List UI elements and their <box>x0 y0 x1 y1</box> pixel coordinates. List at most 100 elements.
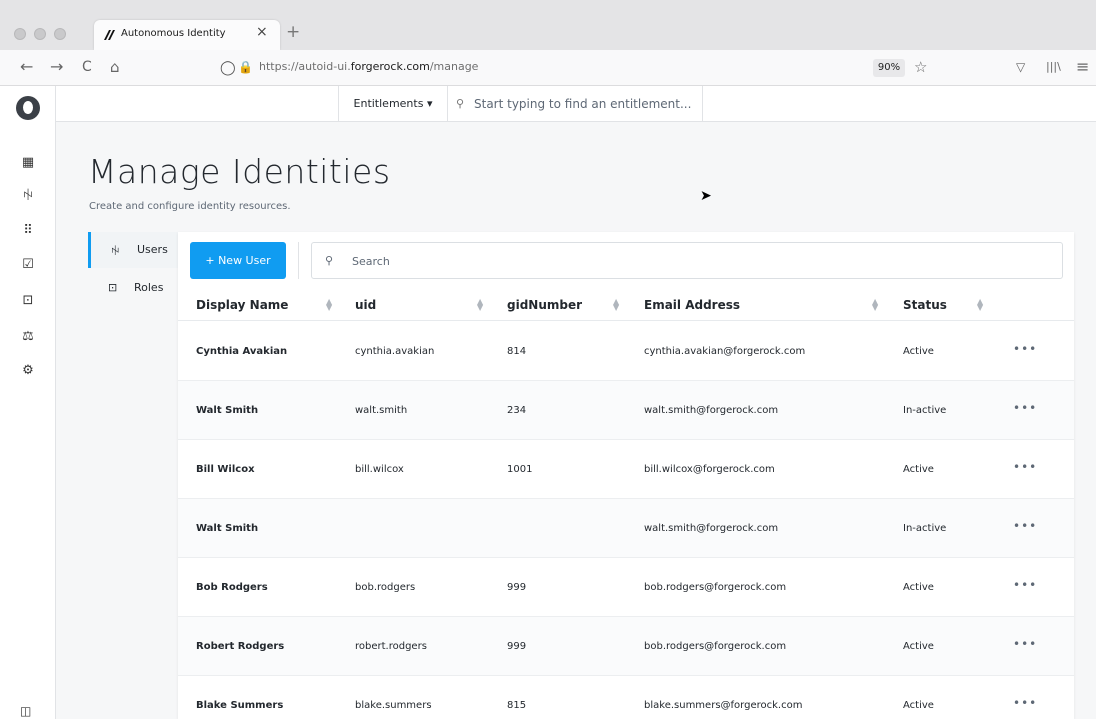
column-header-status[interactable]: Status <box>903 298 947 312</box>
back-icon[interactable]: ← <box>20 58 33 76</box>
sidenav-item-users[interactable]: ꑭ Users <box>88 232 178 268</box>
cell-uid: blake.summers <box>355 700 432 711</box>
cell-gid: 999 <box>507 641 527 652</box>
page-title: Manage Identities <box>88 152 391 191</box>
cell-gid: 814 <box>507 346 527 357</box>
approvals-icon[interactable]: ☑ <box>18 256 38 274</box>
user-search-box[interactable]: ⚲ <box>311 242 1063 279</box>
cell-gid: 1001 <box>507 464 533 475</box>
pocket-icon[interactable]: ▽ <box>1016 58 1025 76</box>
new-tab-button[interactable]: + <box>286 22 300 42</box>
browser-titlebar: Autonomous Identity × + <box>0 0 1096 50</box>
home-icon[interactable]: ⌂ <box>110 58 120 76</box>
column-header-display-name[interactable]: Display Name <box>196 298 288 312</box>
row-actions-icon[interactable]: ••• <box>1013 637 1037 651</box>
address-bar[interactable]: https://autoid-ui.forgerock.com/manage <box>259 60 478 73</box>
column-header-email[interactable]: Email Address <box>644 298 740 312</box>
sidenav-item-roles[interactable]: ⊡ Roles <box>88 270 178 306</box>
table-row[interactable]: Walt Smith walt.smith@forgerock.com In-a… <box>178 499 1074 558</box>
close-tab-icon[interactable]: × <box>256 24 268 40</box>
cell-status: Active <box>903 464 934 475</box>
sidenav-item-label: Users <box>137 243 168 256</box>
table-row[interactable]: Blake Summers blake.summers 815 blake.su… <box>178 676 1074 719</box>
row-actions-icon[interactable]: ••• <box>1013 401 1037 415</box>
table-row[interactable]: Robert Rodgers robert.rodgers 999 bob.ro… <box>178 617 1074 676</box>
sort-icon[interactable]: ▲ ▼ <box>872 298 878 312</box>
row-actions-icon[interactable]: ••• <box>1013 519 1037 533</box>
users-card: + New User ⚲ Display Name ▲▼ uid ▲▼ gidN… <box>178 232 1074 719</box>
page-subtitle: Create and configure identity resources. <box>89 201 291 212</box>
cell-status: Active <box>903 700 934 711</box>
row-actions-icon[interactable]: ••• <box>1013 342 1037 356</box>
cell-status: In-active <box>903 523 947 534</box>
browser-tab[interactable]: Autonomous Identity × <box>94 20 280 50</box>
mouse-cursor-icon: ➤ <box>700 188 712 204</box>
cell-email: walt.smith@forgerock.com <box>644 405 779 416</box>
app-topbar: Entitlements ▾ ⚲ <box>56 86 1096 122</box>
browser-navbar: ← → C ⌂ ◯ 🔒 https://autoid-ui.forgerock.… <box>0 50 1096 86</box>
cell-uid: bob.rodgers <box>355 582 416 593</box>
lock-icon[interactable]: 🔒 <box>238 60 253 74</box>
table-header: Display Name ▲ ▼ uid ▲ ▼ gidNumber ▲ ▼ Emai… <box>178 290 1074 321</box>
reload-icon[interactable]: C <box>82 58 92 76</box>
cell-email: cynthia.avakian@forgerock.com <box>644 346 806 357</box>
dashboard-icon[interactable]: ▦ <box>18 154 38 172</box>
table-row[interactable]: Cynthia Avakian cynthia.avakian 814 cynt… <box>178 322 1074 381</box>
close-window-button[interactable] <box>14 28 26 40</box>
bookmark-star-icon[interactable]: ☆ <box>914 58 927 76</box>
minimize-window-button[interactable] <box>34 28 46 40</box>
new-user-button[interactable]: + New User <box>190 242 286 279</box>
entitlement-search-input[interactable] <box>474 94 702 114</box>
sort-icon[interactable]: ▲ ▼ <box>326 298 332 312</box>
cell-status: Active <box>903 582 934 593</box>
toggle-sidebar-icon[interactable]: ◫ <box>20 704 31 718</box>
cell-gid: 815 <box>507 700 527 711</box>
row-actions-icon[interactable]: ••• <box>1013 460 1037 474</box>
sort-icon[interactable]: ▲ ▼ <box>977 298 983 312</box>
cell-status: Active <box>903 641 934 652</box>
entitlements-dropdown[interactable]: Entitlements ▾ <box>338 86 448 122</box>
app-logo-icon[interactable] <box>16 96 40 120</box>
cell-gid: 234 <box>507 405 527 416</box>
table-row[interactable]: Bob Rodgers bob.rodgers 999 bob.rodgers@… <box>178 558 1074 617</box>
cell-display-name: Walt Smith <box>196 405 259 416</box>
identity-sidenav: ꑭ Users ⊡ Roles <box>88 232 178 719</box>
menu-icon[interactable]: ≡ <box>1076 58 1089 76</box>
zoom-window-button[interactable] <box>54 28 66 40</box>
app-left-rail: ▦ ꑭ ⠿ ☑ ⊡ ⚖ ⚙ <box>0 86 56 719</box>
forward-icon[interactable]: → <box>50 58 63 76</box>
cell-email: bill.wilcox@forgerock.com <box>644 464 775 475</box>
library-icon[interactable]: |||\ <box>1046 58 1061 76</box>
table-row[interactable]: Bill Wilcox bill.wilcox 1001 bill.wilcox… <box>178 440 1074 499</box>
zoom-level-badge[interactable]: 90% <box>873 59 905 77</box>
row-actions-icon[interactable]: ••• <box>1013 696 1037 710</box>
search-icon: ⚲ <box>325 254 334 267</box>
column-header-uid[interactable]: uid <box>355 298 376 312</box>
cell-status: In-active <box>903 405 947 416</box>
cell-display-name: Walt Smith <box>196 523 259 534</box>
divider <box>298 242 299 279</box>
roles-icon: ⊡ <box>108 281 118 294</box>
apps-grid-icon[interactable]: ⠿ <box>18 222 38 240</box>
table-row[interactable]: Walt Smith walt.smith 234 walt.smith@for… <box>178 381 1074 440</box>
cell-uid: bill.wilcox <box>355 464 404 475</box>
cell-email: bob.rodgers@forgerock.com <box>644 641 787 652</box>
sort-icon[interactable]: ▲ ▼ <box>613 298 619 312</box>
users-icon: ꑭ <box>111 245 120 258</box>
cell-display-name: Bill Wilcox <box>196 464 255 475</box>
tracking-shield-icon[interactable]: ◯ <box>220 60 236 76</box>
identities-icon[interactable]: ꑭ <box>18 188 38 206</box>
reports-icon[interactable]: ⊡ <box>18 292 38 310</box>
user-search-input[interactable] <box>352 251 1042 271</box>
tab-title: Autonomous Identity <box>121 28 226 39</box>
cell-display-name: Blake Summers <box>196 700 284 711</box>
sort-icon[interactable]: ▲ ▼ <box>477 298 483 312</box>
rules-icon[interactable]: ⚖ <box>18 328 38 346</box>
row-actions-icon[interactable]: ••• <box>1013 578 1037 592</box>
column-header-gidnumber[interactable]: gidNumber <box>507 298 582 312</box>
cell-email: bob.rodgers@forgerock.com <box>644 582 787 593</box>
cell-status: Active <box>903 346 934 357</box>
cell-email: blake.summers@forgerock.com <box>644 700 803 711</box>
settings-icon[interactable]: ⚙ <box>18 362 38 380</box>
cell-display-name: Bob Rodgers <box>196 582 268 593</box>
